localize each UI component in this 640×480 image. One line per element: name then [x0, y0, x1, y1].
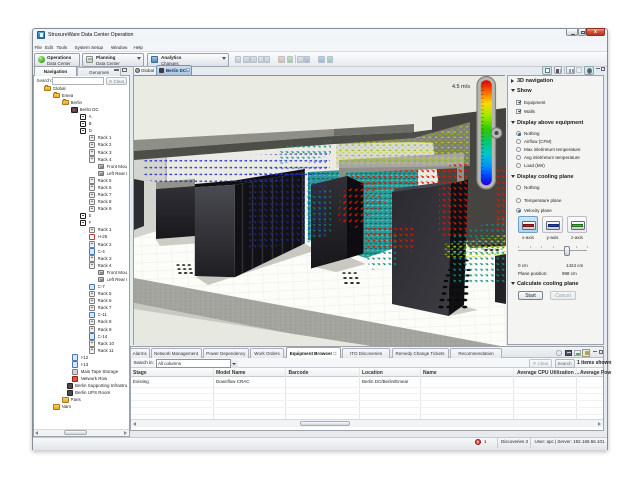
svg-text:4.5 m/s: 4.5 m/s	[452, 84, 470, 90]
